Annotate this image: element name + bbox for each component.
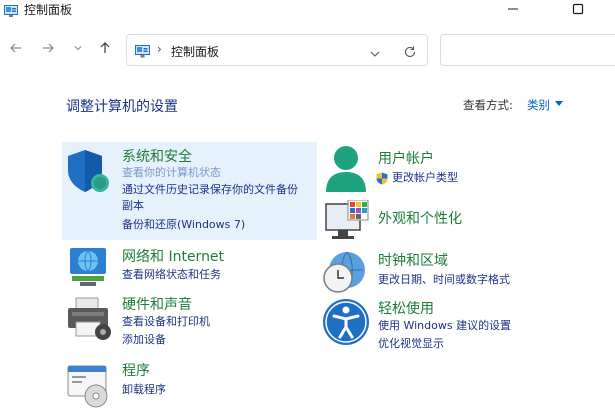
category-title[interactable]: 硬件和声音 — [122, 294, 192, 314]
link-uninstall-program[interactable]: 卸载程序 — [122, 382, 166, 397]
display-personalization-icon — [324, 199, 370, 246]
forward-button[interactable] — [40, 40, 56, 56]
link-change-account-type[interactable]: 更改帐户类型 — [392, 170, 458, 185]
control-panel-icon — [135, 43, 150, 58]
title-bar: 控制面板 — [0, 0, 615, 22]
category-title[interactable]: 系统和安全 — [122, 146, 192, 166]
link-file-history-cont[interactable]: 副本 — [122, 198, 144, 213]
category-title[interactable]: 轻松使用 — [378, 298, 434, 318]
link-change-date-time[interactable]: 更改日期、时间或数字格式 — [378, 272, 510, 287]
category-title[interactable]: 用户帐户 — [378, 148, 434, 168]
category-clock-region[interactable]: 时钟和区域 更改日期、时间或数字格式 — [318, 248, 573, 294]
user-icon — [322, 144, 370, 200]
programs-icon — [66, 364, 112, 410]
breadcrumb[interactable]: 控制面板 — [171, 43, 219, 60]
link-file-history[interactable]: 通过文件历史记录保存你的文件备份 — [122, 182, 298, 197]
chevron-down-icon — [74, 46, 82, 51]
navigation-bar: › 控制面板 — [0, 22, 615, 76]
category-title[interactable]: 时钟和区域 — [378, 250, 448, 270]
category-network-internet[interactable]: 网络和 Internet 查看网络状态和任务 — [62, 244, 317, 290]
clock-globe-icon — [322, 250, 368, 300]
refresh-icon — [404, 46, 416, 58]
link-view-computer-status[interactable]: 查看你的计算机状态 — [122, 165, 221, 180]
maximize-icon — [572, 3, 584, 15]
category-user-accounts[interactable]: 用户帐户 更改帐户类型 — [318, 142, 573, 198]
refresh-button[interactable] — [403, 44, 417, 58]
accessibility-icon — [322, 298, 370, 350]
page-title: 调整计算机的设置 — [66, 99, 178, 115]
breadcrumb-separator-icon: › — [157, 42, 162, 56]
back-button[interactable] — [8, 40, 24, 56]
window-title: 控制面板 — [24, 3, 73, 17]
link-optimize-visual-display[interactable]: 优化视觉显示 — [378, 336, 444, 351]
network-icon — [66, 246, 110, 294]
link-add-device[interactable]: 添加设备 — [122, 332, 166, 347]
link-recommended-settings[interactable]: 使用 Windows 建议的设置 — [378, 318, 511, 333]
shield-icon — [66, 148, 110, 198]
category-appearance[interactable]: 外观和个性化 — [318, 198, 573, 244]
view-by-label: 查看方式: — [463, 98, 513, 112]
arrow-left-icon — [10, 43, 21, 53]
printer-icon — [66, 296, 112, 346]
link-devices-printers[interactable]: 查看设备和打印机 — [122, 314, 210, 329]
control-panel-icon — [4, 2, 18, 17]
category-system-security[interactable]: 系统和安全 查看你的计算机状态 通过文件历史记录保存你的文件备份 副本 备份和还… — [62, 142, 317, 240]
category-programs[interactable]: 程序 卸载程序 — [62, 360, 317, 408]
address-bar[interactable]: › 控制面板 — [126, 34, 428, 66]
up-button[interactable] — [97, 40, 113, 56]
link-network-status[interactable]: 查看网络状态和任务 — [122, 267, 221, 282]
minimize-icon — [508, 8, 518, 10]
category-title[interactable]: 网络和 Internet — [122, 246, 224, 266]
category-title[interactable]: 外观和个性化 — [378, 208, 462, 228]
chevron-down-icon — [370, 51, 380, 57]
maximize-button[interactable] — [555, 0, 601, 18]
arrow-right-icon — [43, 43, 54, 53]
caret-down-icon[interactable] — [555, 101, 563, 107]
recent-locations-button[interactable] — [70, 40, 86, 56]
view-by-dropdown[interactable]: 类别 — [527, 97, 550, 113]
address-history-button[interactable] — [369, 45, 381, 57]
uac-shield-icon — [376, 170, 388, 189]
search-input[interactable] — [440, 34, 615, 66]
arrow-up-icon — [100, 42, 110, 53]
category-ease-of-access[interactable]: 轻松使用 使用 Windows 建议的设置 优化视觉显示 — [318, 296, 573, 356]
category-hardware-sound[interactable]: 硬件和声音 查看设备和打印机 添加设备 — [62, 292, 317, 350]
category-title[interactable]: 程序 — [122, 360, 150, 380]
minimize-button[interactable] — [490, 0, 536, 18]
link-backup-restore[interactable]: 备份和还原(Windows 7) — [122, 217, 245, 232]
